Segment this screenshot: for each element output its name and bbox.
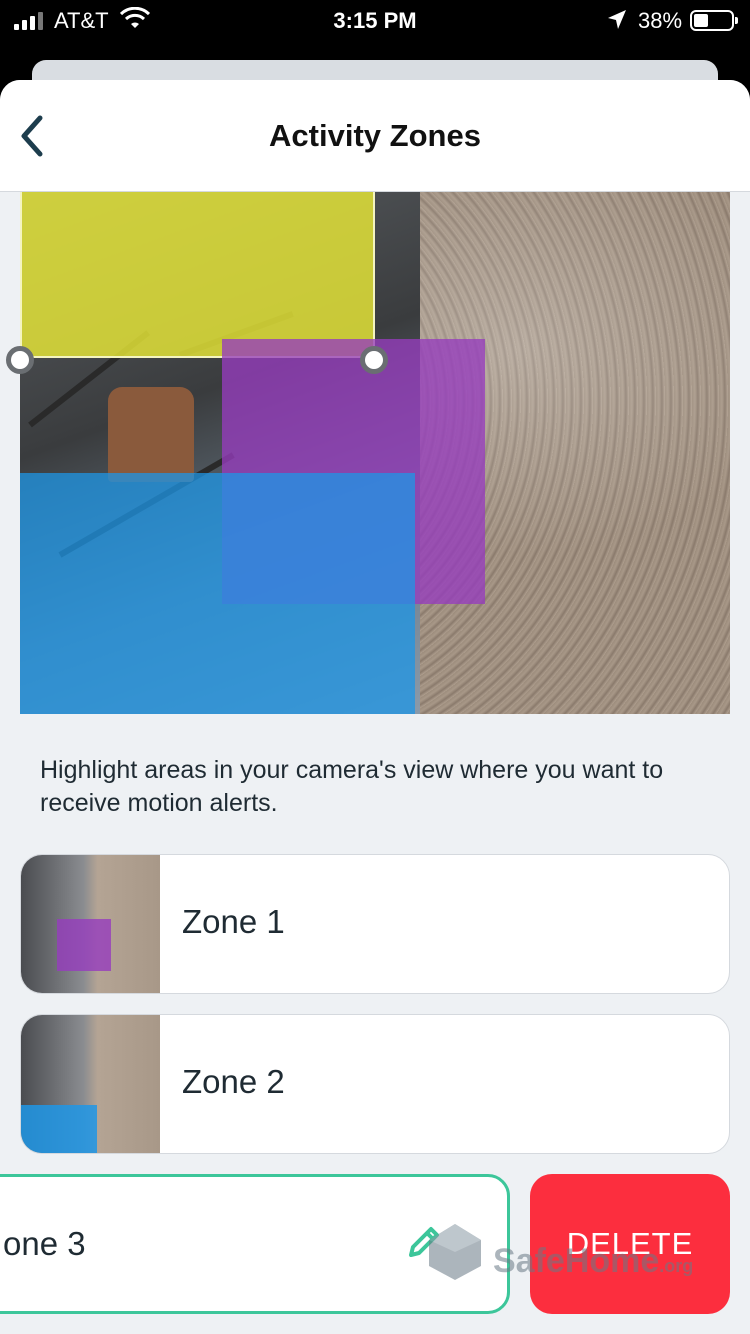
zone-3-overlay[interactable] (20, 192, 375, 358)
zone-1-label: Zone 1 (182, 903, 285, 940)
zone-1-thumbnail (21, 855, 160, 993)
zone-list-item-1[interactable]: Zone 1 (20, 854, 730, 994)
zone-2-overlay[interactable] (20, 473, 415, 714)
chair-object (108, 387, 194, 482)
battery-percent: 38% (638, 8, 683, 33)
location-arrow-icon (608, 10, 626, 29)
watermark-text: SafeHome.org (493, 1242, 694, 1280)
resize-handle-right[interactable] (360, 346, 388, 374)
camera-view[interactable] (20, 192, 730, 714)
zone-2-thumbnail (21, 1015, 160, 1153)
resize-handle-left[interactable] (6, 346, 34, 374)
zone-2-thumb-overlay (21, 1105, 97, 1153)
battery-icon (690, 10, 738, 31)
zones-description: Highlight areas in your camera's view wh… (40, 756, 664, 817)
status-bar: AT&T 3:15 PM 38% (0, 0, 750, 44)
nav-bar: Activity Zones (0, 80, 750, 192)
house-logo-icon (429, 1224, 481, 1280)
zone-2-label: Zone 2 (182, 1063, 285, 1100)
zone-1-thumb-overlay (57, 919, 111, 971)
zone-list-item-2[interactable]: Zone 2 (20, 1014, 730, 1154)
watermark: SafeHome.org (425, 1220, 725, 1290)
activity-zones-sheet: Activity Zones Highlight areas in your c… (0, 80, 750, 1334)
zone-3-label: one 3 (3, 1225, 86, 1262)
page-title: Activity Zones (269, 118, 481, 153)
